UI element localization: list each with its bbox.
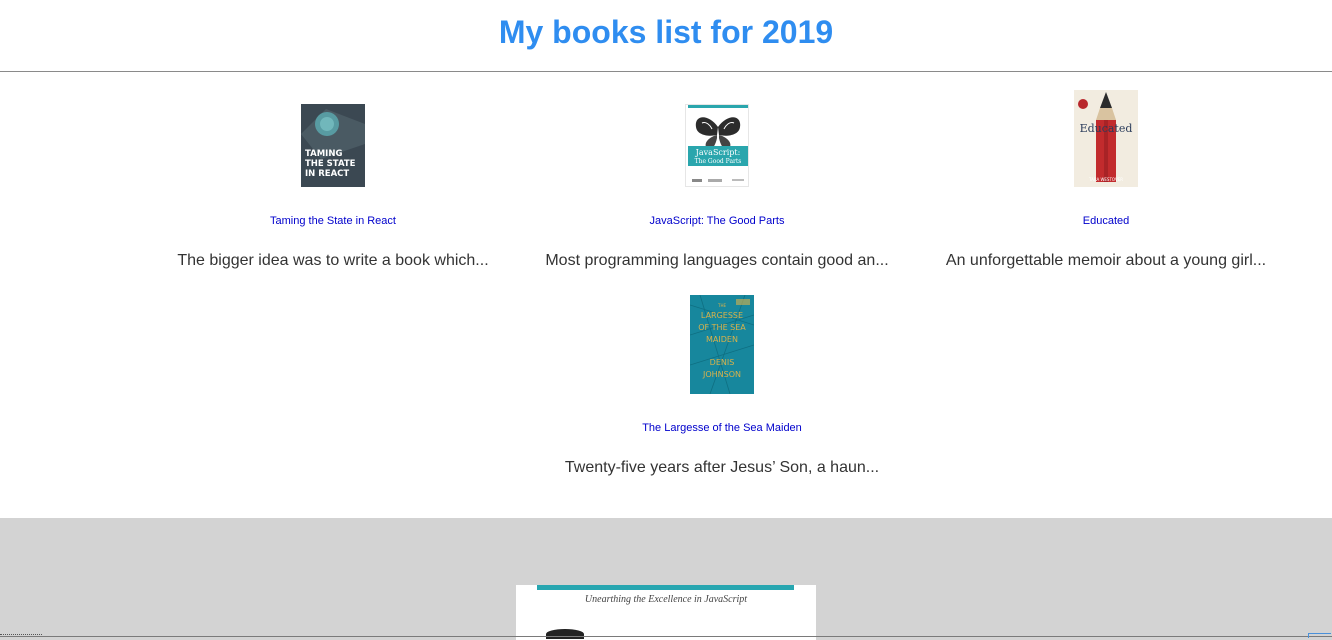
svg-text:MAIDEN: MAIDEN	[706, 335, 738, 344]
svg-text:TAMING: TAMING	[305, 149, 342, 159]
page-title: My books list for 2019	[498, 14, 834, 50]
svg-text:OF THE SEA: OF THE SEA	[698, 323, 746, 332]
svg-text:The Good Parts: The Good Parts	[695, 158, 742, 165]
status-mark-left	[0, 634, 42, 638]
book-description: The bigger idea was to write a book whic…	[177, 252, 489, 269]
status-mark-right	[1308, 633, 1331, 638]
svg-text:DENIS: DENIS	[710, 358, 735, 367]
svg-text:THE: THE	[717, 303, 726, 308]
page-header: My books list for 2019	[0, 0, 1332, 72]
svg-text:Educated: Educated	[1080, 122, 1133, 135]
svg-text:JavaScript:: JavaScript:	[695, 148, 741, 157]
svg-text:LARGESSE: LARGESSE	[701, 311, 743, 320]
book-description: An unforgettable memoir about a young gi…	[945, 252, 1267, 269]
window-bottom-divider	[0, 636, 1332, 637]
butterfly-icon: JavaScript: The Good Parts	[686, 105, 748, 186]
sea-cover-icon: THE LARGESSE OF THE SEA MAIDEN DENIS JOH…	[690, 295, 754, 394]
book-preview-image: Unearthing the Excellence in JavaScript	[516, 585, 816, 640]
book-title-link[interactable]: The Largesse of the Sea Maiden	[642, 422, 802, 434]
book-title-link[interactable]: Taming the State in React	[270, 215, 396, 227]
cover-art-icon: TAMING THE STATE IN REACT	[301, 104, 365, 187]
svg-text:TARA WESTOVER: TARA WESTOVER	[1088, 177, 1123, 182]
preview-band	[537, 585, 794, 590]
book-title-link[interactable]: Educated	[1083, 215, 1129, 227]
svg-text:JOHNSON: JOHNSON	[702, 370, 741, 379]
page: My books list for 2019 TAMING THE STATE …	[0, 0, 1332, 640]
svg-text:IN REACT: IN REACT	[305, 169, 349, 179]
book-cover-image[interactable]: Educated TARA WESTOVER	[1074, 90, 1138, 187]
svg-text:THE STATE: THE STATE	[305, 159, 356, 169]
book-title-link[interactable]: JavaScript: The Good Parts	[650, 215, 785, 227]
book-cover-image[interactable]: TAMING THE STATE IN REACT	[301, 104, 365, 187]
book-description: Most programming languages contain good …	[545, 252, 889, 269]
butterfly-icon	[546, 629, 584, 639]
book-cover-image[interactable]: JavaScript: The Good Parts	[685, 104, 749, 187]
pencil-icon: Educated TARA WESTOVER	[1074, 90, 1138, 187]
preview-subtitle: Unearthing the Excellence in JavaScript	[584, 594, 748, 605]
book-description: Twenty-five years after Jesus’ Son, a ha…	[564, 459, 880, 476]
book-cover-image[interactable]: THE LARGESSE OF THE SEA MAIDEN DENIS JOH…	[690, 295, 754, 394]
